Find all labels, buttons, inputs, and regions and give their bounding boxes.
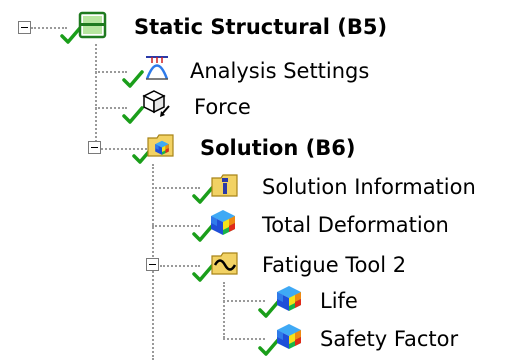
collapse-fatigue-tool-button[interactable] [146, 258, 159, 271]
fatigue-tool-icon [211, 252, 238, 275]
result-cube-icon [208, 207, 238, 237]
tree-node-label: Fatigue Tool 2 [262, 253, 407, 277]
tree-connector [223, 282, 225, 338]
outline-tree: Static Structural (B5) Analysis Settings… [0, 0, 505, 360]
static-structural-icon [78, 11, 107, 39]
result-cube-icon [274, 283, 304, 313]
tree-node-total-deformation[interactable]: Total Deformation [192, 206, 482, 244]
analysis-settings-icon [145, 56, 169, 80]
tree-node-label: Safety Factor [320, 327, 459, 351]
tree-node-solution[interactable]: Solution (B6) [132, 128, 392, 166]
collapse-solution-button[interactable] [88, 141, 101, 154]
tree-node-analysis-settings[interactable]: Analysis Settings [122, 52, 422, 88]
tree-node-static-structural[interactable]: Static Structural (B5) [60, 8, 440, 48]
result-cube-icon [274, 321, 304, 351]
tree-node-label: Life [320, 289, 358, 313]
collapse-static-structural-button[interactable] [18, 21, 31, 34]
tree-node-label: Analysis Settings [190, 59, 370, 83]
tree-node-label: Force [194, 95, 251, 119]
solution-information-icon [211, 174, 238, 197]
tree-node-solution-information[interactable]: Solution Information [192, 168, 502, 206]
tree-connector [95, 44, 97, 150]
green-checkmark-icon [122, 106, 144, 124]
tree-node-force[interactable]: Force [122, 88, 282, 124]
tree-node-label: Solution Information [262, 175, 476, 199]
tree-node-label: Total Deformation [262, 213, 449, 237]
tree-node-safety-factor[interactable]: Safety Factor [258, 320, 503, 358]
tree-node-label: Static Structural (B5) [134, 15, 388, 39]
green-checkmark-icon [122, 70, 144, 88]
solution-folder-icon [147, 134, 174, 157]
force-icon [142, 90, 170, 117]
tree-node-label: Solution (B6) [200, 136, 356, 160]
tree-node-life[interactable]: Life [258, 282, 378, 320]
tree-node-fatigue-tool[interactable]: Fatigue Tool 2 [192, 246, 432, 284]
